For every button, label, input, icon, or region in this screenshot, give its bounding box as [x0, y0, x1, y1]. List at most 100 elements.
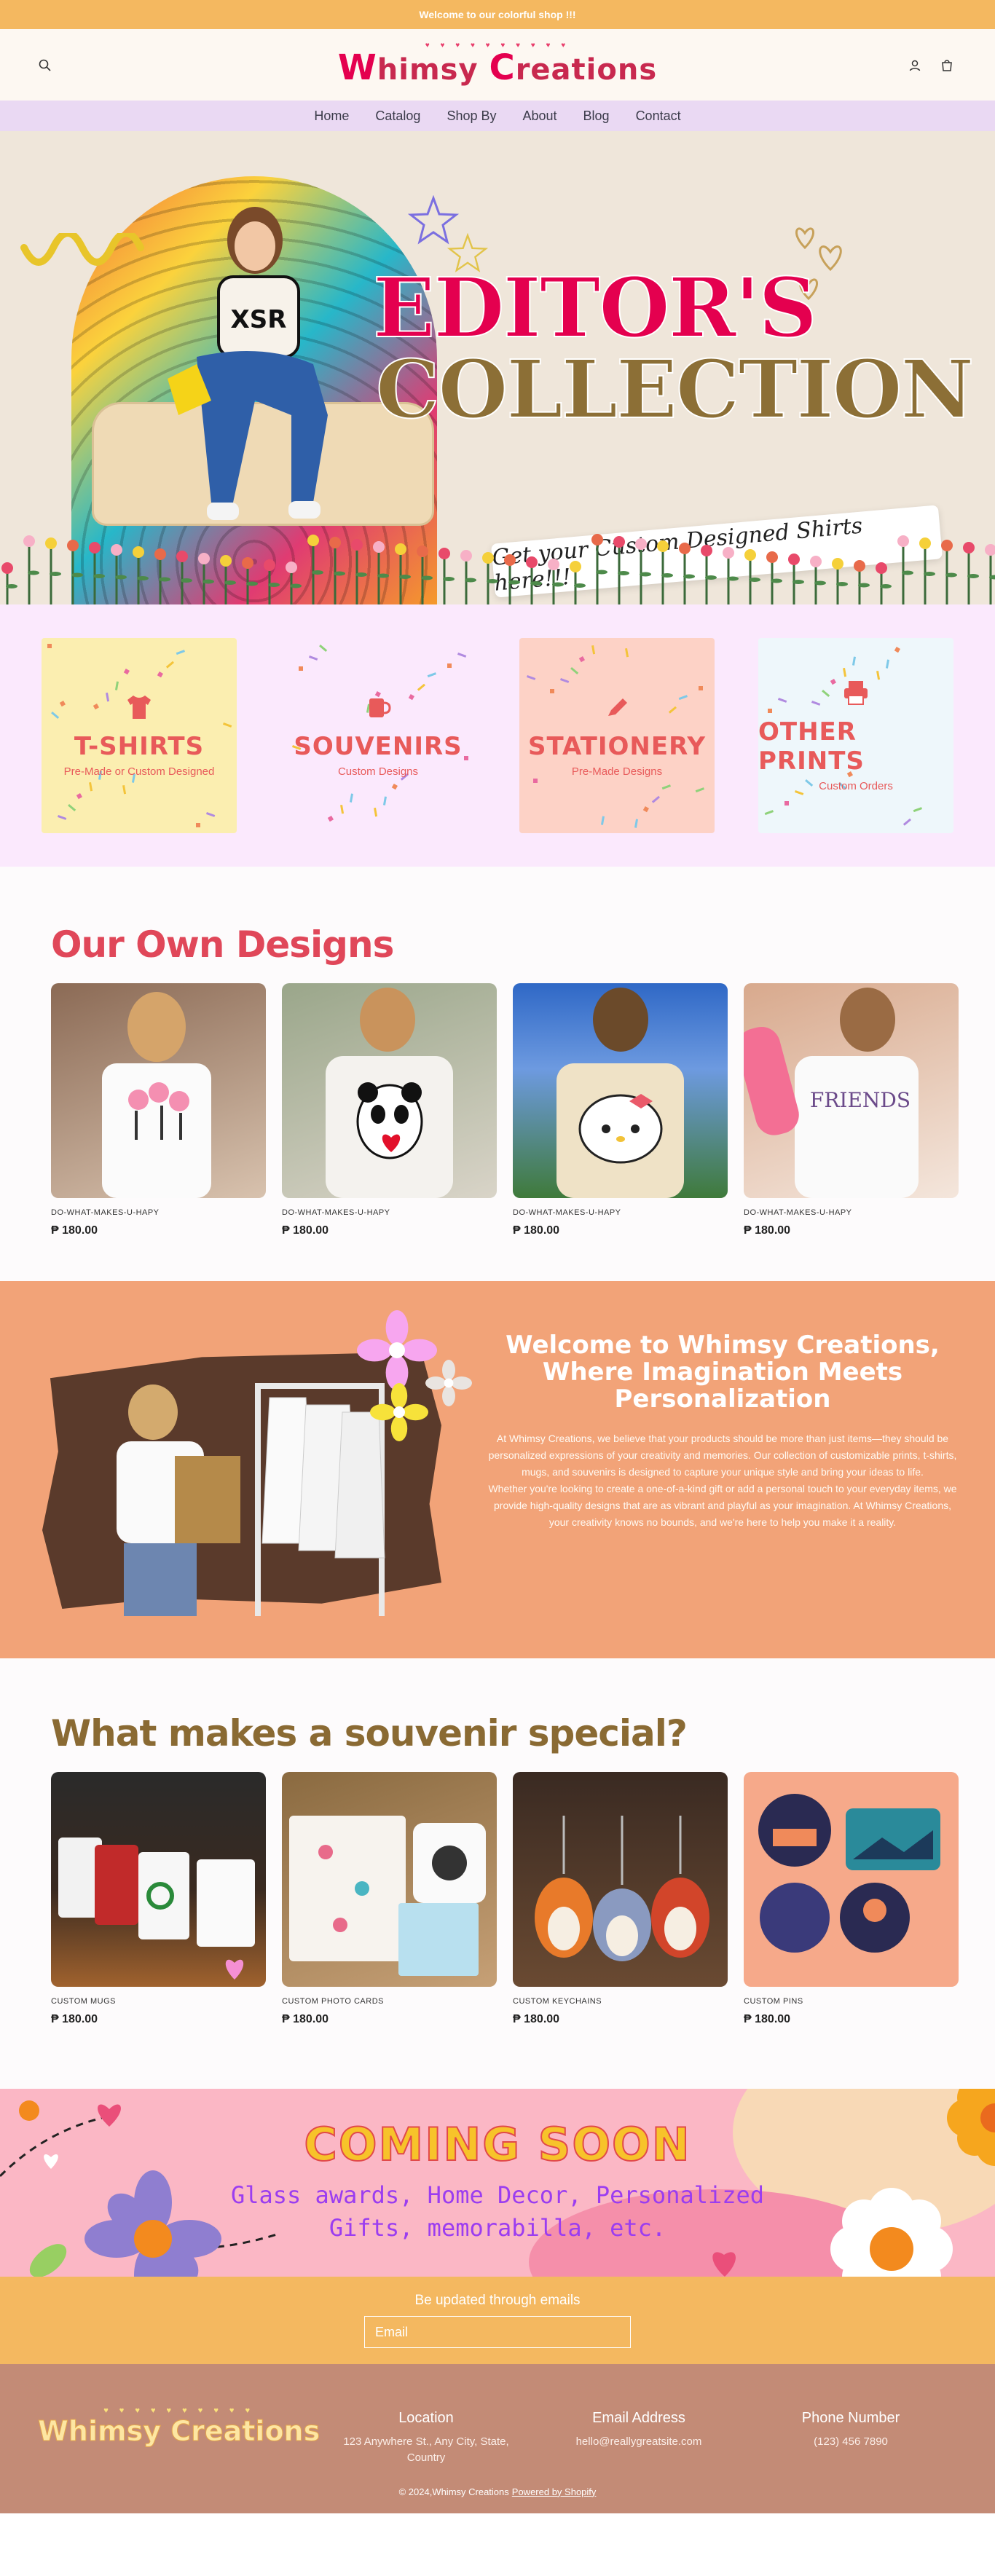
product-image[interactable]: FRIENDS	[744, 983, 959, 1198]
main-nav: Home Catalog Shop By About Blog Contact	[0, 101, 995, 131]
hero-banner[interactable]: XSR EDITOR'S COLLECTION Get your Custom …	[0, 131, 995, 604]
nav-shop-by[interactable]: Shop By	[447, 109, 496, 124]
search-icon[interactable]	[38, 58, 52, 73]
nav-home[interactable]: Home	[314, 109, 349, 124]
about-text: Welcome to Whimsy Creations, Where Imagi…	[484, 1332, 961, 1531]
logo-wordmark: Whimsy Creations	[337, 47, 658, 88]
site-header: ♥ ♥ ♥ ♥ ♥ ♥ ♥ ♥ ♥ ♥ Whimsy Creations	[0, 29, 995, 101]
newsletter-label: Be updated through emails	[414, 2293, 581, 2308]
product-image[interactable]	[282, 983, 497, 1198]
category-sub: Pre-Made or Custom Designed	[63, 765, 215, 778]
product-name[interactable]: DO-WHAT-MAKES-U-HAPY	[51, 1208, 266, 1217]
product-image[interactable]	[51, 1772, 266, 1987]
footer-heading: Email Address	[592, 2410, 685, 2426]
nav-contact[interactable]: Contact	[636, 109, 681, 124]
footer-location: Location 123 Anywhere St., Any City, Sta…	[342, 2410, 510, 2466]
footer-email: Email Address hello@reallygreatsite.com	[555, 2410, 723, 2450]
nav-catalog[interactable]: Catalog	[375, 109, 420, 124]
mug-icon	[363, 694, 393, 726]
copyright-bar: © 2024,Whimsy Creations Powered by Shopi…	[0, 2470, 995, 2513]
nav-about[interactable]: About	[522, 109, 557, 124]
product-name[interactable]: CUSTOM MUGS	[51, 1997, 266, 2006]
hero-title-line1: EDITOR'S	[372, 261, 818, 356]
svg-text:XSR: XSR	[231, 305, 287, 334]
flower-icon	[425, 1360, 472, 1406]
product-name[interactable]: DO-WHAT-MAKES-U-HAPY	[513, 1208, 728, 1217]
squiggle-decoration	[20, 233, 144, 266]
category-tiles: T-SHIRTS Pre-Made or Custom Designed SOU…	[0, 604, 995, 867]
about-paragraph-2: Whether you're looking to create a one-o…	[488, 1483, 957, 1528]
coming-soon-subtitle: Glass awards, Home Decor, Personalized G…	[230, 2181, 765, 2242]
product-image[interactable]	[51, 983, 266, 1198]
newsletter-section: Be updated through emails	[0, 2277, 995, 2364]
product-image[interactable]	[744, 1772, 959, 1987]
svg-text:FRIENDS: FRIENDS	[810, 1088, 911, 1112]
category-name: T-SHIRTS	[74, 731, 205, 761]
announcement-bar: Welcome to our colorful shop !!!	[0, 0, 995, 29]
product-price: ₱ 180.00	[744, 2013, 791, 2025]
coming-soon-title: COMING SOON	[303, 2117, 691, 2172]
product-card[interactable]: CUSTOM KEYCHAINS ₱ 180.00	[513, 1772, 728, 2026]
cart-icon[interactable]	[940, 58, 954, 73]
copyright-text: © 2024,Whimsy Creations	[398, 2486, 509, 2497]
product-name[interactable]: DO-WHAT-MAKES-U-HAPY	[744, 1208, 959, 1217]
product-price: ₱ 180.00	[513, 1224, 560, 1237]
product-grid: DO-WHAT-MAKES-U-HAPY ₱ 180.00 DO-WHAT-MA…	[51, 983, 959, 1237]
flower-border-decoration	[1, 534, 995, 604]
footer-logo[interactable]: ♥ ♥ ♥ ♥ ♥ ♥ ♥ ♥ ♥ ♥ Whimsy Creations	[38, 2406, 320, 2448]
site-logo[interactable]: ♥ ♥ ♥ ♥ ♥ ♥ ♥ ♥ ♥ ♥ Whimsy Creations	[338, 42, 657, 88]
product-card[interactable]: CUSTOM PINS ₱ 180.00	[744, 1772, 959, 2026]
product-card[interactable]: FRIENDS DO-WHAT-MAKES-U-HAPY ₱ 180.00	[744, 983, 959, 1237]
pen-icon	[602, 694, 632, 726]
product-card[interactable]: DO-WHAT-MAKES-U-HAPY ₱ 180.00	[282, 983, 497, 1237]
footer-phone: Phone Number (123) 456 7890	[767, 2410, 935, 2450]
about-section: Welcome to Whimsy Creations, Where Imagi…	[0, 1281, 995, 1658]
our-designs-section: Our Own Designs DO-WHAT-MAKES-U-HAPY ₱ 1…	[0, 867, 995, 1281]
account-icon[interactable]	[908, 58, 922, 73]
printer-icon	[841, 680, 870, 712]
product-card[interactable]: CUSTOM MUGS ₱ 180.00	[51, 1772, 266, 2026]
category-stationery[interactable]: STATIONERY Pre-Made Designs	[519, 638, 715, 833]
product-price: ₱ 180.00	[513, 2013, 560, 2025]
product-name[interactable]: CUSTOM PHOTO CARDS	[282, 1997, 497, 2006]
product-image[interactable]	[513, 1772, 728, 1987]
category-name: STATIONERY	[527, 731, 707, 761]
product-image[interactable]	[282, 1772, 497, 1987]
coming-soon-banner: COMING SOON Glass awards, Home Decor, Pe…	[0, 2089, 995, 2277]
logo-wordmark: Whimsy Creations	[38, 2415, 320, 2448]
product-name[interactable]: DO-WHAT-MAKES-U-HAPY	[282, 1208, 497, 1217]
footer-value: (123) 456 7890	[814, 2435, 888, 2448]
product-price: ₱ 180.00	[744, 1224, 791, 1237]
category-sub: Custom Designs	[337, 765, 419, 778]
product-price: ₱ 180.00	[51, 1224, 98, 1237]
about-paragraph-1: At Whimsy Creations, we believe that you…	[488, 1433, 957, 1478]
email-input[interactable]	[364, 2316, 631, 2348]
category-name: OTHER PRINTS	[758, 717, 865, 776]
category-other-prints[interactable]: OTHER PRINTS Custom Orders	[758, 638, 953, 833]
product-price: ₱ 180.00	[282, 1224, 329, 1237]
product-card[interactable]: CUSTOM PHOTO CARDS ₱ 180.00	[282, 1772, 497, 2026]
section-title: What makes a souvenir special?	[51, 1712, 688, 1754]
product-card[interactable]: DO-WHAT-MAKES-U-HAPY ₱ 180.00	[513, 983, 728, 1237]
product-card[interactable]: DO-WHAT-MAKES-U-HAPY ₱ 180.00	[51, 983, 266, 1237]
hero-title-line2: COLLECTION	[375, 342, 975, 436]
category-souvenirs[interactable]: SOUVENIRS Custom Designs	[280, 638, 476, 833]
footer-heading: Phone Number	[801, 2410, 900, 2426]
flower-icon	[370, 1383, 428, 1441]
announcement-text: Welcome to our colorful shop !!!	[419, 9, 576, 20]
footer-value[interactable]: hello@reallygreatsite.com	[555, 2434, 723, 2450]
nav-blog[interactable]: Blog	[583, 109, 610, 124]
product-image[interactable]	[513, 983, 728, 1198]
product-name[interactable]: CUSTOM KEYCHAINS	[513, 1997, 728, 2006]
category-name: SOUVENIRS	[294, 731, 463, 761]
category-tshirts[interactable]: T-SHIRTS Pre-Made or Custom Designed	[42, 638, 237, 833]
category-sub: Pre-Made Designs	[571, 765, 663, 778]
section-title: Our Own Designs	[51, 923, 394, 966]
footer-heading: Location	[398, 2410, 454, 2426]
product-name[interactable]: CUSTOM PINS	[744, 1997, 959, 2006]
category-sub: Custom Orders	[819, 779, 893, 792]
product-price: ₱ 180.00	[282, 2013, 329, 2025]
logo-hearts: ♥ ♥ ♥ ♥ ♥ ♥ ♥ ♥ ♥ ♥	[103, 2406, 255, 2415]
souvenirs-section: What makes a souvenir special? CUSTOM MU…	[0, 1658, 995, 2089]
powered-by-link[interactable]: Powered by Shopify	[512, 2486, 597, 2497]
